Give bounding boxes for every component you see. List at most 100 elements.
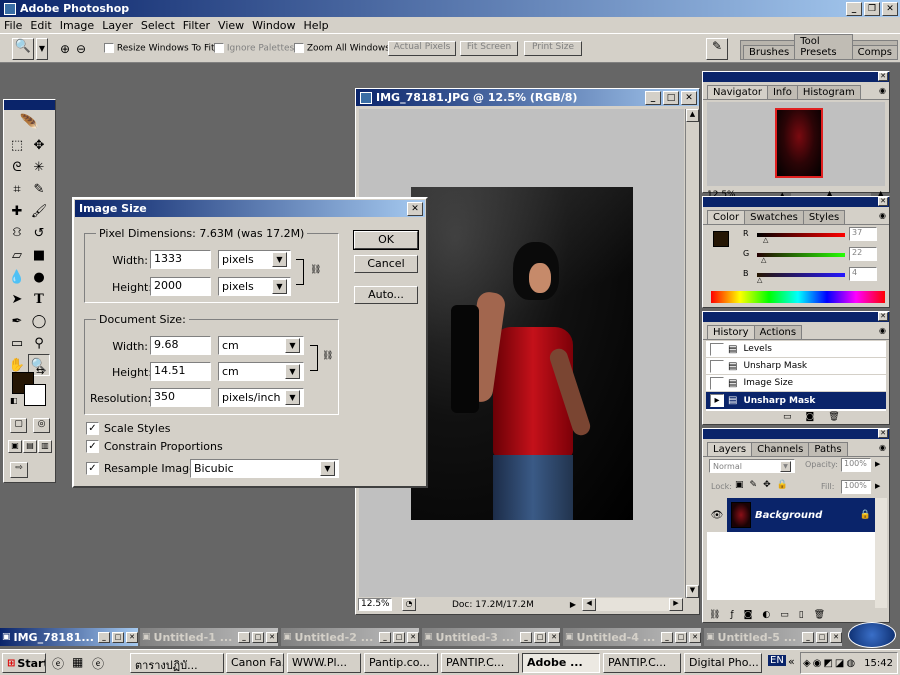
marquee-tool-icon[interactable]: ⬚ xyxy=(6,134,28,156)
resample-image-checkbox[interactable]: ✓ Resample Image: xyxy=(86,462,200,475)
panel-menu-icon[interactable]: ◉ xyxy=(879,443,886,452)
doc-width-unit-select[interactable]: cm ▼ xyxy=(218,336,304,355)
resolution-unit-select[interactable]: pixels/inch ▼ xyxy=(218,388,304,407)
start-button[interactable]: ⊞ Start xyxy=(2,653,46,673)
panel-menu-icon[interactable]: ◉ xyxy=(879,326,886,335)
photo[interactable] xyxy=(411,187,633,520)
default-colors-icon[interactable]: ◧ xyxy=(10,396,18,405)
doc-width-input[interactable]: 9.68 xyxy=(150,336,211,355)
layer-link-icon[interactable]: ⛓ xyxy=(709,610,720,620)
menu-help[interactable]: Help xyxy=(300,19,333,32)
menu-view[interactable]: View xyxy=(214,19,248,32)
menu-window[interactable]: Window xyxy=(248,19,299,32)
layers-scrollbar[interactable] xyxy=(875,498,887,608)
blend-mode-select[interactable]: Normal ▼ xyxy=(709,459,795,473)
tab-histogram[interactable]: Histogram xyxy=(796,85,861,99)
cancel-button[interactable]: Cancel xyxy=(354,255,418,273)
screen-mode-full-menu-icon[interactable]: ▤ xyxy=(23,440,37,453)
b-slider[interactable] xyxy=(757,273,845,277)
g-input[interactable]: 22 xyxy=(849,247,877,261)
r-slider[interactable] xyxy=(757,233,845,237)
desktop-quicklaunch-icon[interactable]: ▦ xyxy=(72,655,83,669)
taskbar-item[interactable]: PANTIP.C... xyxy=(603,653,681,673)
layer-mask-icon[interactable]: ◙ xyxy=(744,610,753,620)
color-close-button[interactable]: ✕ xyxy=(878,197,888,206)
tab-navigator[interactable]: Navigator xyxy=(707,85,768,99)
history-item-selected[interactable]: ▸ ▤ Unsharp Mask xyxy=(706,392,886,409)
language-indicator[interactable]: EN xyxy=(768,655,786,666)
close-button[interactable]: ✕ xyxy=(882,1,898,16)
fill-input[interactable]: 100% xyxy=(841,480,871,494)
print-size-button[interactable]: Print Size xyxy=(524,41,582,56)
zoom-field[interactable]: 12.5% xyxy=(358,598,392,611)
taskbar-item[interactable]: ตารางปฏิบั... xyxy=(130,653,224,673)
new-document-from-state-icon[interactable]: ▭ xyxy=(783,412,792,422)
doc-height-unit-select[interactable]: cm ▼ xyxy=(218,362,304,381)
lock-all-icon[interactable]: 🔒 xyxy=(777,480,788,490)
ignore-palettes-checkbox[interactable]: Ignore Palettes xyxy=(214,43,294,54)
taskbar-item-active[interactable]: Adobe ... xyxy=(522,653,600,673)
history-close-button[interactable]: ✕ xyxy=(878,312,888,321)
navigator-close-button[interactable]: ✕ xyxy=(878,72,888,81)
eye-icon[interactable]: 👁 xyxy=(707,498,727,532)
tab-info[interactable]: Info xyxy=(766,85,798,99)
menu-image[interactable]: Image xyxy=(56,19,98,32)
g-slider-thumb[interactable]: △ xyxy=(761,256,766,264)
minimized-window-4[interactable]: ▣ Untitled-3 ... _ □ ✕ xyxy=(422,628,560,646)
tray-icon[interactable]: ◈ xyxy=(803,658,811,669)
tab-color[interactable]: Color xyxy=(707,210,746,224)
type-tool-icon[interactable]: T xyxy=(28,288,50,310)
tab-swatches[interactable]: Swatches xyxy=(744,210,804,224)
pixel-width-input[interactable]: 1333 xyxy=(150,250,211,269)
delete-state-icon[interactable]: 🗑 xyxy=(828,412,839,422)
blur-tool-icon[interactable]: 💧 xyxy=(6,266,28,288)
tray-icon[interactable]: ◉ xyxy=(813,658,822,669)
background-color-swatch[interactable] xyxy=(24,384,46,406)
file-browser-icon[interactable]: ✎ xyxy=(706,38,728,60)
layer-group-icon[interactable]: ▭ xyxy=(780,610,789,620)
doc-minimize-button[interactable]: _ xyxy=(645,90,661,105)
scroll-left-button[interactable]: ◀ xyxy=(582,598,597,611)
adjustment-layer-icon[interactable]: ◐ xyxy=(762,610,770,620)
scale-styles-checkbox[interactable]: ✓ Scale Styles xyxy=(86,422,170,435)
clock[interactable]: 15:42 xyxy=(864,658,893,669)
resize-windows-checkbox[interactable]: Resize Windows To Fit xyxy=(104,43,215,54)
brush-tool-icon[interactable]: 🖌 xyxy=(28,200,50,222)
history-item[interactable]: ▤ Image Size xyxy=(706,375,886,392)
menu-select[interactable]: Select xyxy=(137,19,179,32)
g-slider[interactable] xyxy=(757,253,845,257)
restore-button[interactable]: ❐ xyxy=(864,1,880,16)
navigator-preview[interactable] xyxy=(707,102,885,186)
opacity-arrow[interactable]: ▶ xyxy=(875,460,880,468)
b-input[interactable]: 4 xyxy=(849,267,877,281)
actual-pixels-button[interactable]: Actual Pixels xyxy=(388,41,456,56)
b-slider-thumb[interactable]: △ xyxy=(757,276,762,284)
eraser-tool-icon[interactable]: ▱ xyxy=(6,244,28,266)
constrain-proportions-checkbox[interactable]: ✓ Constrain Proportions xyxy=(86,440,223,453)
tab-paths[interactable]: Paths xyxy=(808,442,848,456)
color-fg-swatch[interactable] xyxy=(713,231,729,247)
minimized-window-6[interactable]: ▣ Untitled-5 ... _ □ ✕ xyxy=(704,628,842,646)
navigator-view-box[interactable] xyxy=(775,108,823,178)
doc-maximize-button[interactable]: □ xyxy=(663,90,679,105)
path-selection-tool-icon[interactable]: ➤ xyxy=(6,288,28,310)
pixel-height-unit-select[interactable]: pixels ▼ xyxy=(218,277,291,296)
ie-quicklaunch-icon[interactable]: ⓔ xyxy=(52,655,64,672)
layers-close-button[interactable]: ✕ xyxy=(878,429,888,438)
swap-colors-icon[interactable]: ⇆ xyxy=(36,366,44,377)
tray-expand-icon[interactable]: « xyxy=(788,655,795,668)
standard-mode-icon[interactable]: ▢ xyxy=(10,418,27,433)
tray-icon[interactable]: ◪ xyxy=(835,658,844,669)
layer-name[interactable]: Background xyxy=(755,510,822,521)
layer-style-icon[interactable]: ƒ xyxy=(730,610,733,620)
minimized-window-1[interactable]: ▣ IMG_78181... _ □ ✕ xyxy=(0,628,138,646)
history-item[interactable]: ▤ Unsharp Mask xyxy=(706,358,886,375)
zoom-all-windows-checkbox[interactable]: Zoom All Windows xyxy=(294,43,390,54)
zoom-tool-preset-icon[interactable]: 🔍 xyxy=(12,38,34,60)
status-preview-icon[interactable]: ◔ xyxy=(402,598,416,611)
panel-menu-icon[interactable]: ◉ xyxy=(879,211,886,220)
color-ramp[interactable] xyxy=(711,291,885,303)
new-snapshot-icon[interactable]: ◙ xyxy=(806,412,815,422)
clone-stamp-tool-icon[interactable]: ⛻ xyxy=(6,222,28,244)
crop-tool-icon[interactable]: ⌗ xyxy=(6,178,28,200)
